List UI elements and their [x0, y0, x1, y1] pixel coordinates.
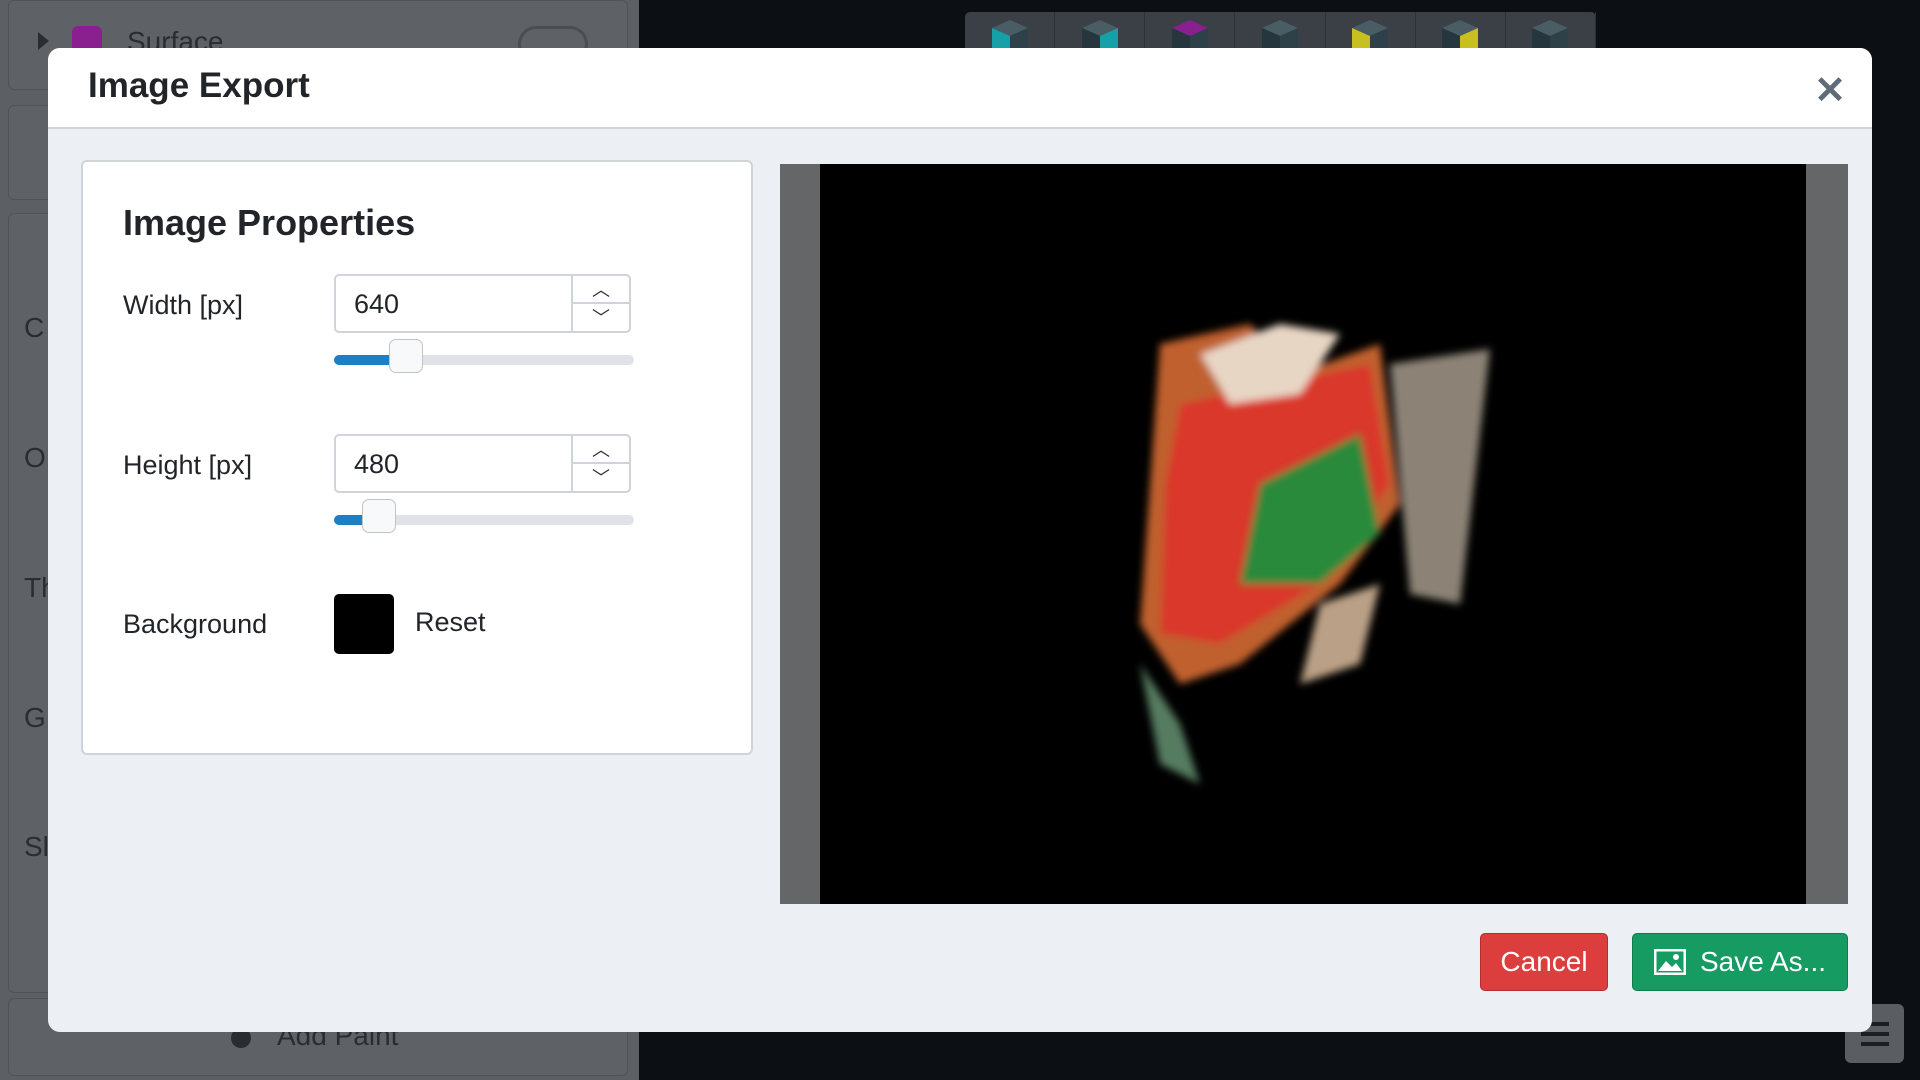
save-as-button[interactable]: Save As...	[1632, 933, 1848, 991]
dialog-title: Image Export	[88, 66, 310, 105]
chevron-up-icon[interactable]: ︿	[573, 276, 629, 304]
toolbar-button[interactable]	[1235, 12, 1326, 52]
close-icon[interactable]: ✕	[1814, 68, 1846, 113]
cube-cyan-icon	[1081, 20, 1118, 52]
height-input[interactable]: 480 ︿ ﹀	[334, 434, 631, 493]
image-export-dialog: Image Export ✕ Image Properties Width [p…	[48, 48, 1872, 1032]
width-slider-thumb[interactable]	[389, 339, 423, 373]
chevron-up-icon[interactable]: ︿	[573, 436, 629, 464]
preview-render	[820, 164, 1806, 904]
cube-icon	[1261, 20, 1298, 52]
view-toolbar	[965, 12, 1596, 52]
height-slider[interactable]	[334, 499, 634, 533]
save-as-label: Save As...	[1699, 946, 1827, 977]
dialog-header: Image Export ✕	[48, 48, 1872, 129]
chevron-down-icon[interactable]: ﹀	[573, 304, 629, 332]
image-icon	[1653, 949, 1686, 975]
height-value[interactable]: 480	[354, 449, 399, 480]
width-input[interactable]: 640 ︿ ﹀	[334, 274, 631, 333]
height-slider-thumb[interactable]	[362, 499, 396, 533]
image-preview	[780, 164, 1848, 904]
width-value[interactable]: 640	[354, 289, 399, 320]
cube-icon	[1532, 20, 1569, 52]
toolbar-button[interactable]	[1055, 12, 1146, 52]
sidebar-label: C	[24, 312, 45, 343]
toolbar-button[interactable]	[1506, 12, 1596, 52]
cube-teal-icon	[991, 20, 1028, 52]
panel-heading: Image Properties	[123, 202, 416, 243]
cancel-button[interactable]: Cancel	[1480, 933, 1608, 991]
sidebar-label: O	[24, 442, 46, 473]
toolbar-button[interactable]	[965, 12, 1056, 52]
height-label: Height [px]	[123, 450, 253, 480]
image-properties-panel: Image Properties Width [px] 640 ︿ ﹀ Heigh…	[81, 160, 753, 755]
toolbar-button[interactable]	[1416, 12, 1506, 52]
width-slider[interactable]	[334, 339, 634, 373]
cube-purple-icon	[1171, 20, 1208, 52]
sidebar-label: Sl	[24, 831, 49, 862]
chevron-down-icon[interactable]: ﹀	[573, 464, 629, 492]
sidebar-label: G	[24, 702, 46, 733]
cube-yellow-edge-icon	[1442, 20, 1479, 52]
background-color-swatch[interactable]	[334, 594, 394, 654]
toolbar-button[interactable]	[1145, 12, 1236, 52]
background-label: Background	[123, 609, 268, 639]
reset-button[interactable]: Reset	[415, 607, 486, 638]
width-label: Width [px]	[123, 290, 244, 320]
cube-yellow-icon	[1352, 20, 1389, 52]
toolbar-button[interactable]	[1326, 12, 1416, 52]
